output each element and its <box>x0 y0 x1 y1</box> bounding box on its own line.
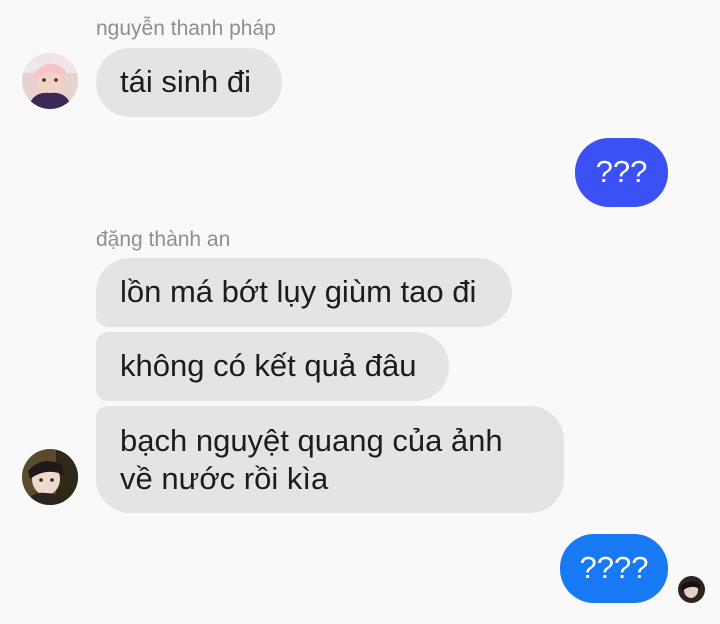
message-text: tái sinh đi <box>120 64 251 99</box>
message-text-line: bạch nguyệt quang của ảnh <box>120 423 503 458</box>
message-text: lồn má bớt lụy giùm tao đi <box>120 274 477 309</box>
message-bubble[interactable]: không có kết quả đâu <box>96 332 449 401</box>
message-bubble[interactable]: bạch nguyệt quang của ảnh về nước rồi kì… <box>96 406 564 513</box>
message-text-line: về nước rồi kìa <box>120 461 329 496</box>
message-text: ???? <box>579 550 649 585</box>
seen-avatar-icon <box>678 576 705 603</box>
message-bubble[interactable]: lồn má bớt lụy giùm tao đi <box>96 258 512 327</box>
avatar-dang-thanh-an-icon[interactable] <box>22 449 78 505</box>
message-text: ??? <box>595 154 648 189</box>
message-text: không có kết quả đâu <box>120 348 417 383</box>
sender-name-dang-thanh-an: đặng thành an <box>96 228 231 251</box>
avatar-nguyen-thanh-phap-icon[interactable] <box>22 53 78 109</box>
message-bubble[interactable]: tái sinh đi <box>96 48 282 117</box>
outgoing-message-bubble[interactable]: ???? <box>560 534 668 603</box>
outgoing-message-bubble[interactable]: ??? <box>575 138 668 207</box>
sender-name-nguyen-thanh-phap: nguyễn thanh pháp <box>96 17 276 40</box>
